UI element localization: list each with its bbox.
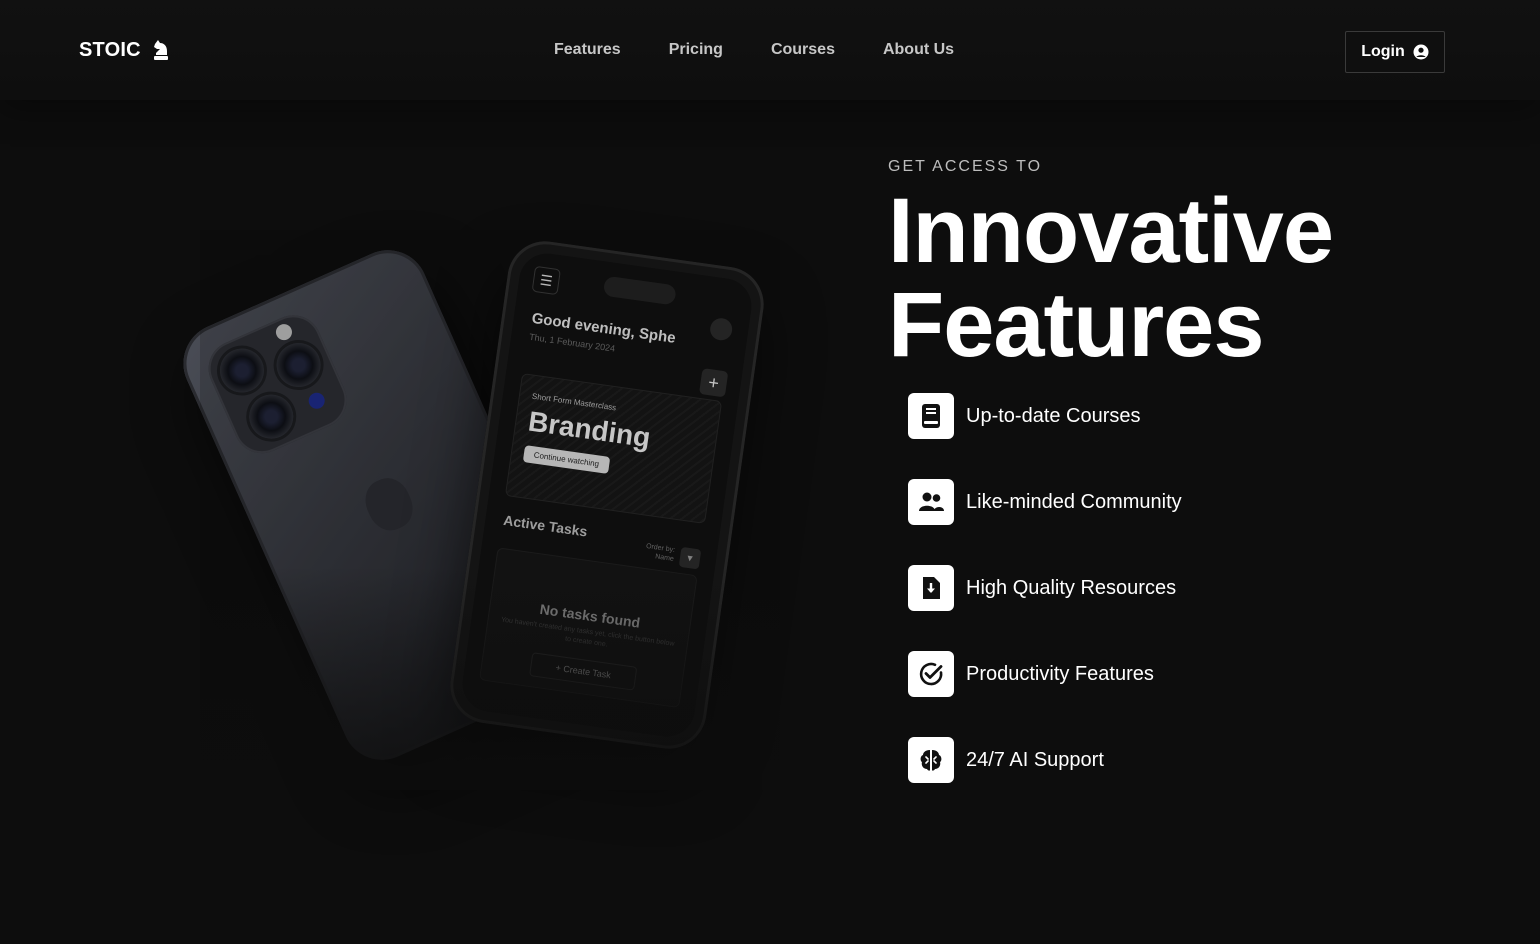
feature-item-courses: Up-to-date Courses: [908, 393, 1508, 439]
brand-name: STOIC: [79, 38, 141, 61]
headline-line-1: Innovative: [888, 180, 1334, 282]
order-by-text: Order by:: [645, 542, 676, 554]
brain-icon: [908, 737, 954, 783]
order-by-label: Order by: Name: [644, 542, 676, 564]
feature-label: Productivity Features: [966, 662, 1154, 685]
hero-headline: Innovative Features: [888, 184, 1508, 372]
nav-links: Features Pricing Courses About Us: [554, 41, 954, 59]
users-icon: [908, 479, 954, 525]
hero-section: GET ACCESS TO Innovative Features: [888, 158, 1508, 372]
nav-link-features[interactable]: Features: [554, 41, 621, 59]
active-tasks-heading: Active Tasks: [502, 511, 589, 540]
continue-watching-pill: Continue watching: [522, 445, 611, 474]
login-button[interactable]: Login: [1345, 31, 1445, 73]
phone-front: ☰ Good evening, Sphe Thu, 1 February 202…: [445, 236, 769, 754]
camera-lens: [242, 387, 301, 446]
hero-eyebrow: GET ACCESS TO: [888, 158, 1043, 175]
brand-logo[interactable]: STOIC: [79, 38, 171, 62]
feature-item-community: Like-minded Community: [908, 479, 1508, 525]
nav-link-about-us[interactable]: About Us: [883, 41, 954, 59]
check-circle-icon: [908, 651, 954, 697]
camera-lens: [212, 341, 271, 400]
top-navigation: STOIC Features Pricing Courses About Us …: [0, 0, 1540, 100]
tasks-panel: No tasks found You haven't created any t…: [479, 547, 698, 709]
hamburger-menu-icon: ☰: [531, 265, 561, 296]
feature-item-ai-support: 24/7 AI Support: [908, 737, 1508, 783]
book-icon: [908, 393, 954, 439]
feature-label: Like-minded Community: [966, 490, 1182, 513]
camera-lens: [269, 335, 328, 395]
nav-link-courses[interactable]: Courses: [771, 41, 835, 59]
filter-icon: ▼: [678, 546, 702, 570]
login-label: Login: [1361, 43, 1405, 60]
feature-label: Up-to-date Courses: [966, 404, 1141, 427]
camera-flash: [273, 321, 295, 343]
camera-module: [199, 306, 356, 463]
order-by-value: Name: [654, 553, 675, 563]
user-circle-icon: [1413, 44, 1429, 60]
page: STOIC Features Pricing Courses About Us …: [0, 0, 1540, 944]
feature-list: Up-to-date Courses Like-minded Community: [908, 393, 1508, 783]
file-download-icon: [908, 565, 954, 611]
feature-label: High Quality Resources: [966, 576, 1177, 599]
plus-icon: +: [698, 368, 729, 398]
phone-screen: ☰ Good evening, Sphe Thu, 1 February 202…: [458, 249, 756, 741]
dynamic-island: [602, 275, 677, 306]
feature-item-resources: High Quality Resources: [908, 565, 1508, 611]
apple-logo-icon: [358, 471, 420, 537]
create-task-pill: + Create Task: [529, 652, 638, 691]
avatar: [708, 316, 734, 342]
nav-link-pricing[interactable]: Pricing: [669, 41, 723, 59]
chess-knight-icon: [153, 40, 168, 60]
phones-illustration: ☰ Good evening, Sphe Thu, 1 February 202…: [170, 230, 780, 790]
feature-label: 24/7 AI Support: [966, 748, 1104, 771]
headline-line-2: Features: [888, 274, 1264, 376]
course-card: Short Form Masterclass Branding Continue…: [504, 373, 723, 524]
feature-item-productivity: Productivity Features: [908, 651, 1508, 697]
lidar-sensor: [306, 390, 328, 412]
